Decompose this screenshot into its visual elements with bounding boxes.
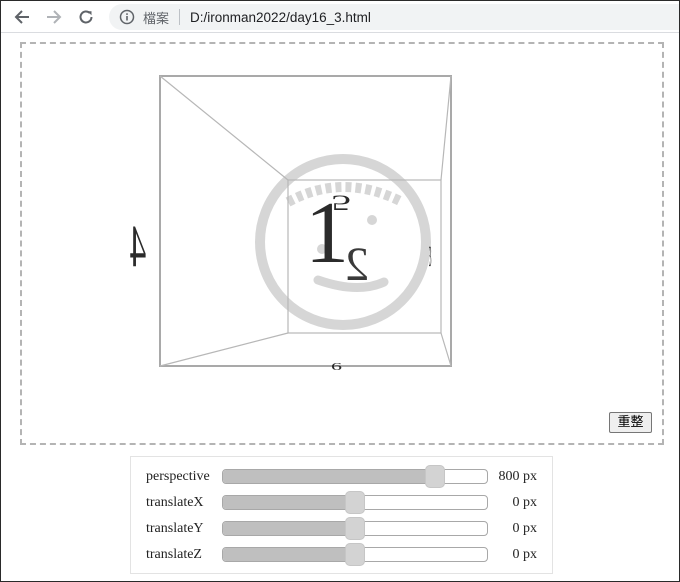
forward-button[interactable] — [42, 5, 66, 29]
control-row-translateX: translateX 0 px — [131, 490, 552, 516]
slider-fill — [223, 470, 435, 483]
control-value: 0 px — [512, 521, 538, 536]
arrow-left-icon — [14, 10, 29, 24]
perspective-slider-thumb[interactable] — [424, 465, 445, 488]
back-button[interactable] — [10, 5, 34, 29]
cube-face-back: 2 — [345, 238, 369, 291]
cube-scene: 1 2 5 6 4 3 — [130, 75, 452, 373]
cube-face-left: 4 — [130, 214, 146, 280]
translateZ-slider-thumb[interactable] — [345, 543, 365, 566]
control-row-translateY: translateY 0 px — [131, 516, 552, 542]
cube-face-right: 3 — [429, 240, 432, 273]
control-label: translateX — [146, 495, 204, 510]
info-circle-icon[interactable] — [119, 9, 135, 25]
slider-fill — [223, 522, 355, 535]
control-row-perspective: perspective 800 px — [131, 464, 552, 490]
control-label: translateY — [146, 521, 204, 536]
control-value: 0 px — [512, 495, 538, 510]
address-bar[interactable]: 檔案 D:/ironman2022/day16_3.html — [109, 4, 679, 30]
browser-toolbar: 檔案 D:/ironman2022/day16_3.html — [1, 1, 679, 33]
perspective-slider-track[interactable] — [222, 469, 488, 484]
separator — [179, 9, 181, 25]
arrow-right-icon — [47, 10, 62, 24]
slider-fill — [223, 496, 355, 509]
cube-face-top: 5 — [331, 191, 351, 216]
cube-edge-bl — [159, 332, 289, 367]
control-label: translateZ — [146, 547, 202, 562]
reset-button[interactable]: 重整 — [609, 412, 652, 433]
reload-icon — [79, 10, 93, 24]
cube-stage: 1 2 5 6 4 3 重整 — [20, 42, 664, 445]
reload-button[interactable] — [74, 5, 98, 29]
slider-fill — [223, 548, 355, 561]
control-value: 800 px — [498, 469, 538, 484]
translateX-slider-thumb[interactable] — [345, 491, 365, 514]
translateY-slider-thumb[interactable] — [345, 517, 365, 540]
control-row-translateZ: translateZ 0 px — [131, 542, 552, 568]
cube-face-bottom: 6 — [331, 361, 342, 373]
transform-controls: perspective 800 px translateX 0 px trans… — [130, 456, 553, 574]
cube-edge-tl — [159, 75, 289, 181]
site-label: 檔案 — [143, 11, 170, 27]
control-label: perspective — [146, 469, 210, 484]
cube-edge-tr — [440, 75, 452, 181]
url-text[interactable]: D:/ironman2022/day16_3.html — [190, 10, 371, 25]
control-value: 0 px — [512, 547, 538, 562]
cube-edge-br — [440, 332, 452, 367]
